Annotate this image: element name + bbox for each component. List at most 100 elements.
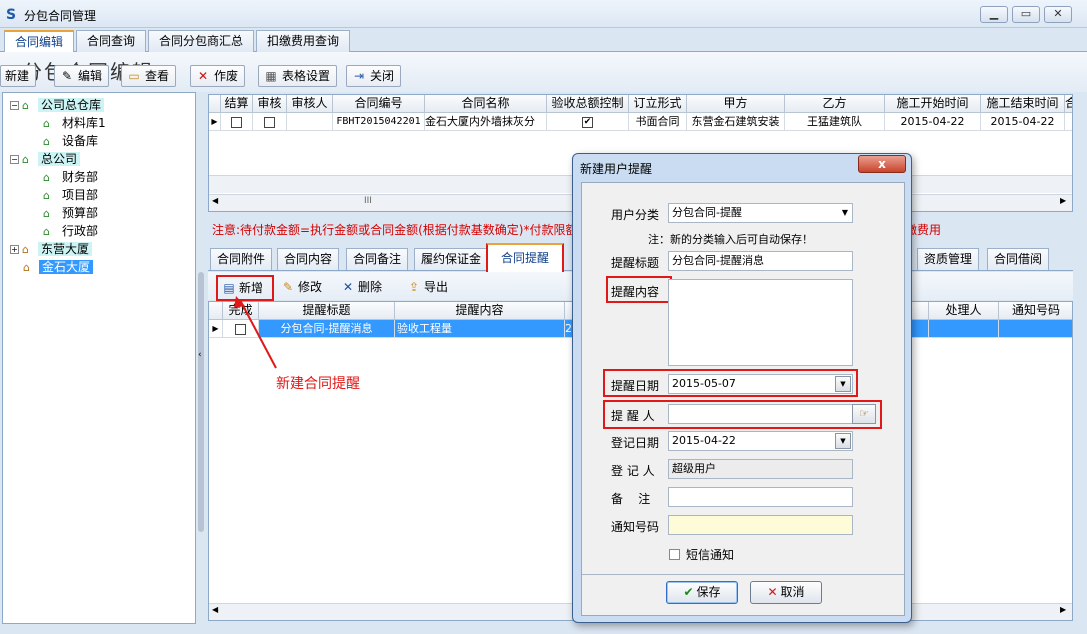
tree-node[interactable]: ⌂ 设备库 <box>43 132 195 150</box>
collapse-arrow-icon[interactable]: ‹ <box>198 350 202 360</box>
minimize-button[interactable]: ▁ <box>980 6 1008 23</box>
tree-node-label: 预算部 <box>62 206 99 220</box>
void-button[interactable]: ✕ 作废 <box>190 65 246 87</box>
table-cell[interactable]: 东营金石建筑安装 <box>687 113 785 131</box>
user-category-select[interactable]: 分包合同-提醒 ▼ <box>668 203 853 223</box>
table-cell[interactable]: 验收工程量 <box>395 320 565 338</box>
tree-node-selected[interactable]: ⌂ 金石大厦 <box>23 258 195 276</box>
tab-qualification[interactable]: 资质管理 <box>917 248 980 270</box>
tab-deduction-query[interactable]: 扣缴费用查询 <box>256 30 351 52</box>
tab-performance-bond[interactable]: 履约保证金 <box>414 248 489 270</box>
cancel-button[interactable]: ✕ 取消 <box>750 581 822 604</box>
tree-node[interactable]: − ⌂ 总公司 <box>10 150 195 168</box>
column-header[interactable]: 乙方 <box>785 95 885 113</box>
delete-x-icon: ✕ <box>342 280 354 294</box>
checkbox-box[interactable] <box>231 116 242 128</box>
scroll-left-icon[interactable]: ◀ <box>212 196 218 205</box>
date-dropdown-icon[interactable]: ▼ <box>835 433 851 449</box>
tree-node[interactable]: − ⌂ 公司总仓库 <box>10 96 195 114</box>
notice-number-label: 通知号码 <box>611 520 660 534</box>
tab-contract-query[interactable]: 合同查询 <box>76 30 147 52</box>
dialog-body <box>581 182 905 616</box>
table-cell[interactable]: FBHT2015042201 <box>333 113 425 131</box>
column-header[interactable]: 施工结束时间 <box>981 95 1065 113</box>
table-settings-button[interactable]: ▦ 表格设置 <box>258 65 338 87</box>
table-cell[interactable] <box>287 113 333 131</box>
edit-button[interactable]: ✎ 编辑 <box>54 65 110 87</box>
collapse-icon[interactable]: − <box>10 101 19 110</box>
select-person-icon[interactable]: ☞ <box>852 404 876 424</box>
remark-input[interactable] <box>668 487 853 507</box>
column-header[interactable]: 合 <box>1065 95 1072 113</box>
column-header[interactable]: 提醒内容 <box>395 302 565 320</box>
tab-borrowing[interactable]: 合同借阅 <box>987 248 1050 270</box>
tree-node[interactable]: ⌂ 项目部 <box>43 186 195 204</box>
save-button[interactable]: ✔ 保存 <box>666 581 738 604</box>
column-header[interactable]: 合同名称 <box>425 95 547 113</box>
column-header[interactable]: 甲方 <box>687 95 785 113</box>
checkbox-box[interactable]: ✔ <box>582 116 593 128</box>
new-contract-button[interactable]: 新建 <box>0 65 37 87</box>
table-cell[interactable] <box>929 320 999 338</box>
tree-node[interactable]: + ⌂ 东营大厦 <box>10 240 195 258</box>
delete-reminder-button[interactable]: ✕ 删除 <box>340 278 382 298</box>
checkbox-box[interactable] <box>669 549 680 560</box>
column-header[interactable]: 处理人 <box>929 302 999 320</box>
tree-node[interactable]: ⌂ 预算部 <box>43 204 195 222</box>
view-button[interactable]: ▭ 查看 <box>121 65 177 87</box>
expand-icon[interactable]: + <box>10 245 19 254</box>
scroll-right-icon[interactable]: ▶ <box>1060 196 1066 205</box>
reminder-person-input[interactable] <box>668 404 853 424</box>
collapse-icon[interactable]: − <box>10 155 19 164</box>
export-button[interactable]: ⇪ 导出 <box>406 278 448 298</box>
window-title: 分包合同管理 <box>24 9 97 23</box>
tree-node[interactable]: ⌂ 行政部 <box>43 222 195 240</box>
settled-checkbox[interactable] <box>221 113 253 131</box>
column-header[interactable]: 合同编号 <box>333 95 425 113</box>
register-date-picker[interactable]: 2015-04-22 <box>668 431 853 451</box>
reminder-title-input[interactable]: 分包合同-提醒消息 <box>668 251 853 271</box>
reminder-content-textarea[interactable] <box>668 279 853 366</box>
splitter-grip[interactable] <box>198 272 204 532</box>
tab-content[interactable]: 合同内容 <box>277 248 340 270</box>
scroll-left-icon[interactable]: ◀ <box>212 605 218 614</box>
tab-remarks[interactable]: 合同备注 <box>346 248 409 270</box>
tree-node[interactable]: ⌂ 财务部 <box>43 168 195 186</box>
notice-number-input[interactable] <box>668 515 853 535</box>
audited-checkbox[interactable] <box>253 113 287 131</box>
table-cell[interactable]: 2015-04-22 <box>885 113 981 131</box>
table-cell[interactable] <box>999 320 1072 338</box>
edit-reminder-button[interactable]: ✎ 修改 <box>280 278 322 298</box>
dialog-close-button[interactable]: x <box>858 155 906 173</box>
checkbox-box[interactable] <box>264 116 275 128</box>
table-cell[interactable]: 金石大厦内外墙抹灰分 <box>425 113 547 131</box>
table-cell[interactable]: 王猛建筑队 <box>785 113 885 131</box>
scroll-thumb-grip[interactable]: III <box>364 196 372 206</box>
tab-contract-edit[interactable]: 合同编辑 <box>4 30 75 53</box>
column-header[interactable]: 施工开始时间 <box>885 95 981 113</box>
column-header[interactable]: 通知号码 <box>999 302 1072 320</box>
sms-checkbox[interactable] <box>669 547 680 561</box>
table-cell[interactable]: 2015-04-22 <box>981 113 1065 131</box>
column-header[interactable]: 审核 <box>253 95 287 113</box>
reminder-date-picker[interactable]: 2015-05-07 <box>668 374 853 394</box>
scroll-right-icon[interactable]: ▶ <box>1060 605 1066 614</box>
date-dropdown-icon[interactable]: ▼ <box>835 376 851 392</box>
maximize-button[interactable]: ▭ <box>1012 6 1040 23</box>
column-header[interactable]: 结算 <box>221 95 253 113</box>
tab-subcontractor-summary[interactable]: 合同分包商汇总 <box>148 30 255 52</box>
column-header[interactable]: 订立形式 <box>629 95 687 113</box>
table-cell[interactable] <box>1065 113 1072 131</box>
close-button[interactable]: ⇥ 关闭 <box>346 65 402 87</box>
dropdown-arrow-icon[interactable]: ▼ <box>842 204 848 222</box>
tab-attachments[interactable]: 合同附件 <box>210 248 273 270</box>
tree-node[interactable]: ⌂ 材料库1 <box>43 114 195 132</box>
table-cell[interactable]: 书面合同 <box>629 113 687 131</box>
tab-contract-reminder[interactable]: 合同提醒 <box>486 243 565 274</box>
acceptance-control-checkbox[interactable]: ✔ <box>547 113 629 131</box>
office-icon: ⌂ <box>43 224 50 238</box>
column-header[interactable]: 审核人 <box>287 95 333 113</box>
panel-splitter[interactable]: ‹ <box>197 92 207 624</box>
close-window-button[interactable]: ✕ <box>1044 6 1072 23</box>
column-header[interactable]: 验收总额控制 <box>547 95 629 113</box>
